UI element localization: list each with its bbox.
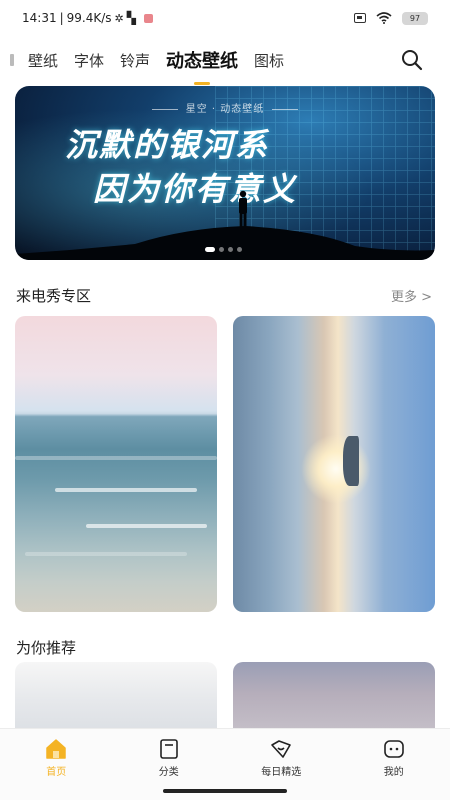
banner-pager-dot[interactable] (237, 247, 242, 252)
category-icon (159, 739, 178, 759)
sea-wave (85, 524, 207, 528)
banner-hill-silhouette (15, 226, 435, 260)
wifi-icon (376, 12, 392, 24)
sea-wave (15, 456, 217, 460)
status-net-speed: 99.4K/s (66, 11, 112, 25)
status-left: 14:31 | 99.4K/s ✲ ▚ (22, 11, 153, 25)
nav-daily-picks-label: 每日精选 (261, 767, 302, 778)
nav-profile[interactable]: 我的 (354, 737, 434, 800)
recommend-section-title: 为你推荐 (16, 639, 77, 657)
status-bar: 14:31 | 99.4K/s ✲ ▚ 97 (0, 0, 450, 36)
sea-wave (55, 488, 197, 492)
caller-show-more-link[interactable]: 更多 > (391, 286, 432, 305)
search-icon[interactable] (400, 48, 424, 72)
pet-icon: ▚ (126, 11, 136, 25)
nav-home-label: 首页 (46, 767, 67, 778)
notification-icon (143, 13, 153, 23)
profile-icon (383, 740, 404, 758)
app-screen: 14:31 | 99.4K/s ✲ ▚ 97 壁纸 字体 铃声 动态壁纸 图标 (0, 0, 450, 800)
status-separator: | (59, 11, 64, 25)
status-right: 97 (354, 11, 428, 25)
fan-icon: ✲ (114, 11, 124, 25)
banner-headline-2: 因为你有意义 (93, 170, 298, 208)
sunset-island (343, 436, 359, 486)
nav-category-label: 分类 (158, 767, 179, 778)
nav-home[interactable]: 首页 (16, 737, 96, 800)
tab-font[interactable]: 字体 (74, 50, 104, 71)
daily-picks-icon (271, 740, 292, 758)
banner-caption: 星空 · 动态壁纸 (15, 100, 435, 115)
nav-profile-label: 我的 (383, 767, 404, 778)
tab-ringtone[interactable]: 铃声 (120, 50, 150, 71)
sunset-sun (301, 434, 371, 504)
gesture-home-bar[interactable] (163, 789, 287, 793)
sea-wave (25, 552, 187, 556)
tab-icon[interactable]: 图标 (254, 50, 284, 71)
caller-show-card-sunset[interactable] (233, 316, 435, 612)
banner-pager-dot[interactable] (219, 247, 224, 252)
featured-banner[interactable]: 星空 · 动态壁纸 沉默的银河系 因为你有意义 (15, 86, 435, 260)
banner-person-silhouette (239, 190, 247, 228)
banner-headline-1: 沉默的银河系 (65, 126, 270, 164)
banner-pager-dot[interactable] (228, 247, 233, 252)
tab-wallpaper[interactable]: 壁纸 (28, 50, 58, 71)
top-tab-bar: 壁纸 字体 铃声 动态壁纸 图标 (0, 40, 450, 80)
tab-live-wallpaper[interactable]: 动态壁纸 (166, 47, 238, 73)
banner-pager (205, 247, 242, 252)
home-icon (46, 739, 66, 759)
status-time: 14:31 (22, 11, 57, 25)
tab-overflow-edge (0, 40, 14, 80)
caller-show-card-sea[interactable] (15, 316, 217, 612)
battery-indicator: 97 (402, 11, 428, 25)
caller-show-section-title: 来电秀专区 (16, 287, 92, 305)
banner-pager-dot[interactable] (205, 247, 215, 252)
sim-icon (354, 13, 366, 23)
